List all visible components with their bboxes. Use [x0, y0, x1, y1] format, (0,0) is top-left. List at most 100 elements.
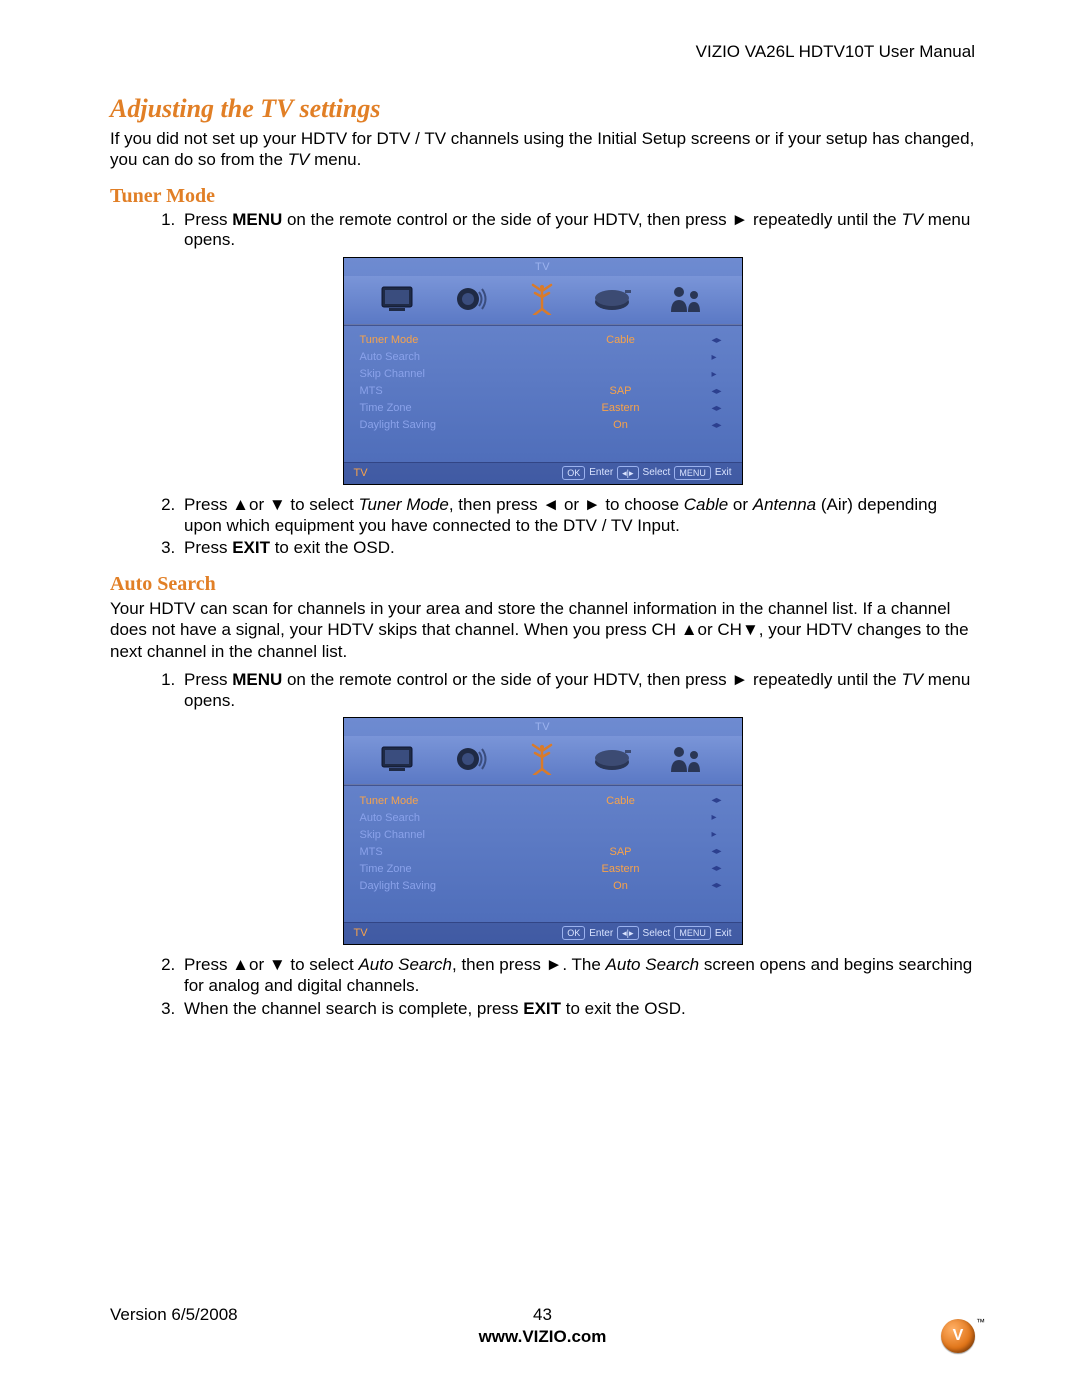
- osd-list: Tuner ModeCable◂▸ Auto Search▸ Skip Chan…: [344, 326, 742, 462]
- arrow-icon: ◂▸: [712, 403, 726, 414]
- t: Exit: [715, 928, 732, 939]
- osd-panel: TV Tuner ModeCable◂▸ Auto Search▸ Skip C…: [343, 717, 743, 945]
- parental-icon: [664, 282, 708, 316]
- arrow-icon: ▸: [712, 812, 726, 823]
- osd-row-mts: MTSSAP◂▸: [360, 383, 726, 400]
- section-title-tuner: Tuner Mode: [110, 185, 975, 208]
- osd-tab-icons: [344, 736, 742, 784]
- lab: Auto Search: [360, 812, 530, 824]
- t: When the channel search is complete, pre…: [184, 999, 523, 1018]
- arrow-icon: ◂▸: [712, 335, 726, 346]
- it: Auto Search: [606, 955, 700, 974]
- arrow-icon: ▸: [712, 829, 726, 840]
- lab: Time Zone: [360, 402, 530, 414]
- audio-icon: [449, 742, 493, 776]
- page-footer: Version 6/5/2008 43 www.VIZIO.com V: [110, 1305, 975, 1347]
- arrow-icon: ▸: [712, 369, 726, 380]
- t: to exit the OSD.: [270, 538, 395, 557]
- osd-list: Tuner ModeCable◂▸ Auto Search▸ Skip Chan…: [344, 786, 742, 922]
- tuner-step3: Press EXIT to exit the OSD.: [180, 538, 975, 559]
- t: Enter: [589, 467, 613, 478]
- lab: MTS: [360, 846, 530, 858]
- lab: Skip Channel: [360, 368, 530, 380]
- val: SAP: [530, 385, 712, 397]
- osd-row-auto: Auto Search ▸: [360, 349, 726, 366]
- lab: Daylight Saving: [360, 880, 530, 892]
- tv-icon: [377, 282, 421, 316]
- lab: Auto Search: [360, 351, 530, 363]
- menu-key: MENU: [232, 210, 282, 229]
- tuner-step2: Press ▲or ▼ to select Tuner Mode, then p…: [180, 495, 975, 536]
- lab: Tuner Mode: [360, 795, 530, 807]
- osd-row-dst: Daylight SavingOn◂▸: [360, 877, 726, 894]
- arrow-icon: ◂▸: [712, 795, 726, 806]
- t: Exit: [715, 467, 732, 478]
- arrow-icon: ◂▸: [712, 863, 726, 874]
- tv-ital: TV: [901, 210, 923, 229]
- tuner-step1: Press MENU on the remote control or the …: [180, 210, 975, 251]
- tuner-steps: Press MENU on the remote control or the …: [110, 210, 975, 251]
- section-intro: If you did not set up your HDTV for DTV …: [110, 128, 975, 171]
- intro-tv-ital: TV: [288, 150, 310, 169]
- osd-row-tuner: Tuner ModeCable◂▸: [360, 792, 726, 809]
- ok-key-icon: OK: [562, 926, 585, 940]
- parental-icon: [664, 742, 708, 776]
- antenna-icon: [520, 742, 564, 776]
- arrow-icon: ◂▸: [712, 386, 726, 397]
- osd-title: TV: [344, 258, 742, 276]
- antenna-icon: [520, 282, 564, 316]
- intro-text2: menu.: [309, 150, 361, 169]
- t: , then press ◄ or ► to choose: [449, 495, 684, 514]
- intro-text: If you did not set up your HDTV for DTV …: [110, 129, 974, 169]
- arrow-icon: ◂▸: [712, 880, 726, 891]
- osd-row-mts: MTSSAP◂▸: [360, 843, 726, 860]
- t: Enter: [589, 928, 613, 939]
- it: Antenna: [753, 495, 816, 514]
- section-title-auto: Auto Search: [110, 573, 975, 596]
- sel-key-icon: ◂|▸: [617, 466, 638, 480]
- lab: Tuner Mode: [360, 334, 530, 346]
- auto-step3: When the channel search is complete, pre…: [180, 999, 975, 1020]
- osd-foot-tv: TV: [354, 927, 563, 939]
- it: Cable: [684, 495, 728, 514]
- arrow-icon: ◂▸: [712, 846, 726, 857]
- section-title-adjusting: Adjusting the TV settings: [110, 94, 975, 124]
- menu-key-icon: MENU: [674, 926, 711, 940]
- auto-step1: Press MENU on the remote control or the …: [180, 670, 975, 711]
- osd-screenshot-2: TV Tuner ModeCable◂▸ Auto Search▸ Skip C…: [110, 717, 975, 945]
- val: On: [530, 880, 712, 892]
- auto-steps: Press MENU on the remote control or the …: [110, 670, 975, 711]
- it: Tuner Mode: [358, 495, 448, 514]
- val: On: [530, 419, 712, 431]
- t: or: [728, 495, 753, 514]
- t: , then press ►. The: [452, 955, 606, 974]
- osd-row-auto: Auto Search ▸: [360, 809, 726, 826]
- doc-header: VIZIO VA26L HDTV10T User Manual: [110, 42, 975, 62]
- footer-version: Version 6/5/2008: [110, 1305, 238, 1325]
- val: Cable: [530, 795, 712, 807]
- footer-site: www.VIZIO.com: [110, 1327, 975, 1347]
- setup-icon: [592, 742, 636, 776]
- osd-screenshot-1: TV Tuner ModeCable◂▸ Auto Search▸ Skip C…: [110, 257, 975, 485]
- t: Press ▲or ▼ to select: [184, 955, 358, 974]
- audio-icon: [449, 282, 493, 316]
- setup-icon: [592, 282, 636, 316]
- vizio-logo-icon: V: [941, 1319, 975, 1353]
- t: Press ▲or ▼ to select: [184, 495, 358, 514]
- tv-icon: [377, 742, 421, 776]
- tv-ital: TV: [901, 670, 923, 689]
- t: to exit the OSD.: [561, 999, 686, 1018]
- menu-key: MENU: [232, 670, 282, 689]
- exit-key: EXIT: [523, 999, 561, 1018]
- t: Select: [643, 928, 671, 939]
- osd-tab-icons: [344, 276, 742, 324]
- osd-row-skip: Skip Channel▸: [360, 826, 726, 843]
- t: on the remote control or the side of you…: [282, 210, 901, 229]
- t: on the remote control or the side of you…: [282, 670, 901, 689]
- menu-key-icon: MENU: [674, 466, 711, 480]
- ok-key-icon: OK: [562, 466, 585, 480]
- auto-steps-cont: Press ▲or ▼ to select Auto Search, then …: [110, 955, 975, 1019]
- arrow-icon: ▸: [712, 352, 726, 363]
- osd-footer: TV OK Enter ◂|▸ Select MENU Exit: [344, 462, 742, 484]
- lab: Time Zone: [360, 863, 530, 875]
